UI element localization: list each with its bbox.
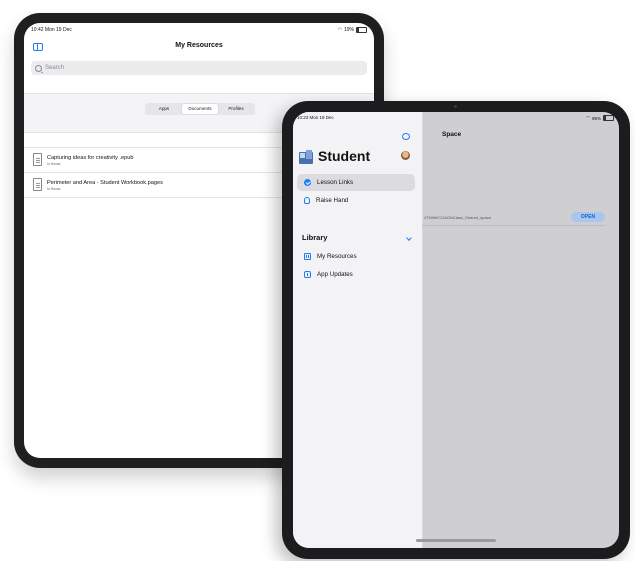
- avatar[interactable]: [401, 151, 410, 160]
- camera-icon: [454, 105, 457, 108]
- status-right: ◠ 19%: [338, 27, 367, 33]
- tab-documents[interactable]: Documents: [182, 104, 218, 114]
- status-right: ◠ 95%: [586, 115, 614, 121]
- sidebar-item-raise-hand[interactable]: Raise Hand: [297, 192, 415, 209]
- sidebar-item-label: Raise Hand: [316, 197, 349, 204]
- page-title: My Resources: [175, 42, 223, 49]
- document-text: Capturing ideas for creativity .epub In …: [47, 155, 133, 166]
- student-app-screen: 10:23 Mon 19 Dec Student Lesson Links Ra…: [293, 112, 619, 548]
- search-placeholder: Search: [45, 65, 65, 71]
- raise-hand-icon: [304, 197, 310, 204]
- chevron-down-icon[interactable]: [406, 235, 412, 241]
- battery-percent: 19%: [343, 27, 354, 33]
- home-indicator: [416, 539, 496, 542]
- document-source: In House: [47, 186, 61, 191]
- my-resources-icon: [304, 253, 311, 260]
- document-name: Perimeter and Area - Student Workbook.pa…: [47, 179, 163, 186]
- shared-space-row: //THINKCOAGNClass_Shared_space OPEN: [422, 209, 605, 226]
- battery-percent: 95%: [591, 115, 601, 121]
- sidebar-item-my-resources[interactable]: My Resources: [297, 248, 415, 265]
- open-button[interactable]: OPEN: [571, 212, 605, 222]
- document-icon: [33, 153, 42, 166]
- search-input[interactable]: Search: [31, 61, 367, 75]
- battery-icon: [603, 115, 614, 121]
- sidebar-item-lesson-links[interactable]: Lesson Links: [297, 174, 415, 191]
- student-app-logo: [299, 150, 313, 164]
- wifi-icon: ◠: [586, 115, 590, 120]
- shared-space-path: //THINKCOAGNClass_Shared_space: [424, 214, 491, 220]
- document-name: Capturing ideas for creativity .epub: [47, 154, 134, 161]
- sidebar-item-label: My Resources: [317, 253, 357, 260]
- sidebar-item-app-updates[interactable]: App Updates: [297, 266, 415, 283]
- resource-type-segmented-control: Apps Documents Profiles: [145, 103, 255, 115]
- library-section-header: Library: [302, 233, 328, 242]
- document-icon: [33, 178, 42, 191]
- app-title: Student: [318, 148, 371, 164]
- sidebar-item-label: App Updates: [317, 271, 353, 278]
- status-bar: 10:42 Mon 19 Dec ◠ 19%: [24, 23, 374, 37]
- document-source: In House: [47, 161, 61, 166]
- chat-bubble-icon[interactable]: [402, 133, 410, 140]
- navigation-bar: My Resources: [24, 37, 374, 55]
- detail-title: Space: [442, 131, 462, 138]
- sidebar-item-label: Lesson Links: [317, 179, 354, 186]
- status-time: 10:42 Mon 19 Dec: [31, 27, 72, 33]
- wifi-icon: ◠: [337, 27, 342, 33]
- tab-profiles[interactable]: Profiles: [218, 104, 254, 114]
- status-time: 10:23 Mon 19 Dec: [297, 115, 334, 120]
- tab-apps[interactable]: Apps: [146, 104, 182, 114]
- ipad-front-device: 10:23 Mon 19 Dec Student Lesson Links Ra…: [282, 101, 630, 559]
- app-updates-icon: [304, 271, 311, 278]
- lesson-links-icon: [304, 179, 311, 186]
- battery-icon: [356, 27, 367, 33]
- document-text: Perimeter and Area - Student Workbook.pa…: [47, 180, 163, 191]
- sidebar: 10:23 Mon 19 Dec Student Lesson Links Ra…: [293, 112, 423, 548]
- search-icon: [35, 64, 42, 72]
